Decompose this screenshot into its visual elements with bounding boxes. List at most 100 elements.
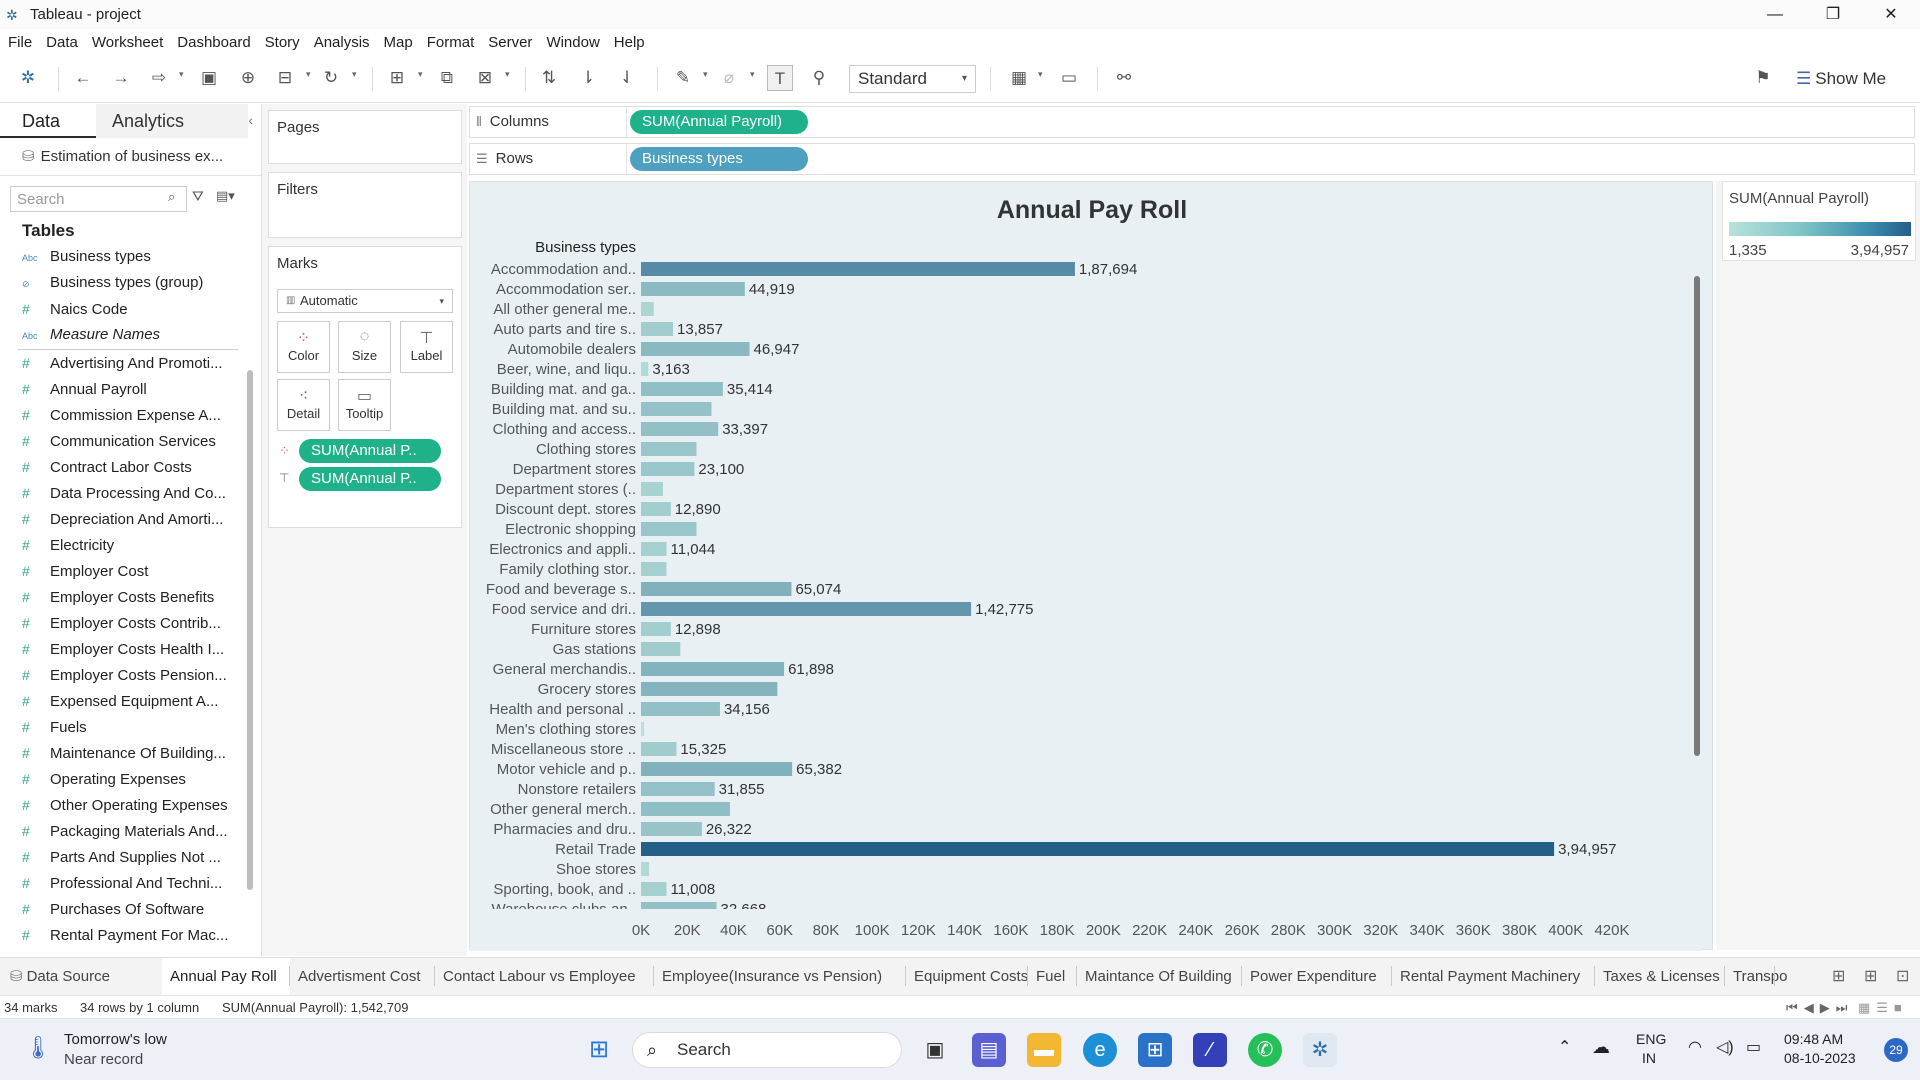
menu-dashboard[interactable]: Dashboard bbox=[177, 34, 250, 51]
group-members-icon[interactable]: ⌀ bbox=[716, 65, 742, 91]
field-item[interactable]: # Naics Code bbox=[0, 296, 240, 322]
sort-ascending-icon[interactable]: ⇂ bbox=[575, 65, 601, 91]
bar[interactable] bbox=[641, 602, 972, 616]
store-icon[interactable]: ⊞ bbox=[1138, 1033, 1172, 1067]
show-cards-icon[interactable]: ▦ bbox=[1006, 65, 1032, 91]
pause-updates-icon[interactable]: ⊟ bbox=[272, 65, 298, 91]
menu-format[interactable]: Format bbox=[427, 34, 475, 51]
battery-icon[interactable]: ▭ bbox=[1746, 1037, 1761, 1057]
menu-window[interactable]: Window bbox=[546, 34, 599, 51]
bar[interactable] bbox=[641, 422, 719, 436]
chevron-down-icon[interactable]: ▾ bbox=[505, 69, 510, 80]
sheet-tab[interactable]: Rental Payment Machinery bbox=[1392, 958, 1595, 995]
field-item[interactable]: # Employer Cost bbox=[0, 558, 240, 584]
field-item[interactable]: ⊘ Business types (group) bbox=[0, 270, 240, 296]
field-item[interactable]: # Data Processing And Co... bbox=[0, 480, 240, 506]
sheet-tab[interactable]: Employee(Insurance vs Pension) bbox=[654, 958, 906, 995]
bar[interactable] bbox=[641, 522, 697, 536]
bar[interactable] bbox=[641, 682, 778, 696]
columns-pill[interactable]: SUM(Annual Payroll) bbox=[630, 110, 808, 134]
tab-data[interactable]: Data bbox=[0, 104, 96, 138]
tableau-taskbar-icon[interactable]: ✲ bbox=[1303, 1033, 1337, 1067]
mark-type-select[interactable]: ▥ Automatic ▾ bbox=[277, 289, 453, 313]
size-button[interactable]: ◌ Size bbox=[338, 321, 391, 373]
bar[interactable] bbox=[641, 802, 731, 816]
bar[interactable] bbox=[641, 382, 723, 396]
sheet-tab[interactable]: Maintance Of Building bbox=[1077, 958, 1242, 995]
volume-icon[interactable]: ◁) bbox=[1716, 1037, 1734, 1057]
field-item[interactable]: # Packaging Materials And... bbox=[0, 818, 240, 844]
chevron-up-icon[interactable]: ⌃ bbox=[1558, 1037, 1571, 1057]
field-item[interactable]: # Communication Services bbox=[0, 428, 240, 454]
menu-help[interactable]: Help bbox=[614, 34, 645, 51]
field-item[interactable]: # Employer Costs Contrib... bbox=[0, 610, 240, 636]
bar[interactable] bbox=[641, 842, 1555, 856]
bar[interactable] bbox=[641, 502, 671, 516]
show-me-button[interactable]: ☰ Show Me bbox=[1796, 66, 1886, 92]
chevron-down-icon[interactable]: ▾ bbox=[352, 69, 357, 80]
wifi-icon[interactable]: ◠ bbox=[1688, 1037, 1702, 1057]
field-search-input[interactable] bbox=[10, 186, 187, 212]
menu-story[interactable]: Story bbox=[265, 34, 300, 51]
bar[interactable] bbox=[641, 582, 792, 596]
sheet-tab[interactable]: Transpo bbox=[1725, 958, 1787, 995]
bar[interactable] bbox=[641, 542, 667, 556]
tooltip-button[interactable]: ▭ Tooltip bbox=[338, 379, 391, 431]
chevron-down-icon[interactable]: ▾ bbox=[306, 69, 311, 80]
bar[interactable] bbox=[641, 322, 674, 336]
fix-axes-icon[interactable]: ⚲ bbox=[806, 65, 832, 91]
field-item[interactable]: # Parts And Supplies Not ... bbox=[0, 844, 240, 870]
tab-data-source[interactable]: ⛁ Data Source bbox=[0, 958, 160, 995]
replay-icon[interactable]: ⇨ bbox=[146, 65, 172, 91]
label-button[interactable]: ⊤ Label bbox=[400, 321, 453, 373]
chevron-down-icon[interactable]: ▾ bbox=[703, 69, 708, 80]
bar[interactable] bbox=[641, 882, 667, 896]
color-measure-pill[interactable]: SUM(Annual P.. bbox=[299, 439, 441, 463]
sheet-view-icon[interactable]: ▦☰■ bbox=[1858, 1000, 1908, 1016]
chevron-down-icon[interactable]: ▾ bbox=[1038, 69, 1043, 80]
new-worksheet-tab-icon[interactable]: ⊞ bbox=[1832, 966, 1845, 986]
tab-analytics[interactable]: Analytics bbox=[96, 104, 248, 138]
field-item[interactable]: # Rental Payment For Mac... bbox=[0, 922, 240, 948]
language-line2[interactable]: IN bbox=[1642, 1050, 1656, 1066]
whatsapp-icon[interactable]: ✆ bbox=[1248, 1033, 1282, 1067]
clear-sheet-icon[interactable]: ⊠ bbox=[472, 65, 498, 91]
clock-date[interactable]: 08-10-2023 bbox=[1784, 1050, 1856, 1066]
bar[interactable] bbox=[641, 342, 750, 356]
edge-browser-icon[interactable]: e bbox=[1083, 1033, 1117, 1067]
chevron-down-icon[interactable]: ▾ bbox=[179, 69, 184, 80]
field-item[interactable]: # Contract Labor Costs bbox=[0, 454, 240, 480]
bar[interactable] bbox=[641, 462, 695, 476]
field-item[interactable]: # Depreciation And Amorti... bbox=[0, 506, 240, 532]
field-item[interactable]: # Professional And Techni... bbox=[0, 870, 240, 896]
detail-button[interactable]: ⁖ Detail bbox=[277, 379, 330, 431]
menu-data[interactable]: Data bbox=[46, 34, 78, 51]
field-item[interactable]: # Commission Expense A... bbox=[0, 402, 240, 428]
field-item[interactable]: # Other Operating Expenses bbox=[0, 792, 240, 818]
restore-button[interactable]: ❐ bbox=[1804, 0, 1862, 29]
save-icon[interactable]: ▣ bbox=[196, 65, 222, 91]
task-view-icon[interactable]: ▣ bbox=[918, 1033, 952, 1067]
notification-badge[interactable]: 29 bbox=[1884, 1038, 1908, 1062]
sheet-tab[interactable]: Contact Labour vs Employee bbox=[435, 958, 654, 995]
bar[interactable] bbox=[641, 402, 712, 416]
bar[interactable] bbox=[641, 442, 697, 456]
highlight-icon[interactable]: ✎ bbox=[670, 65, 696, 91]
bar[interactable] bbox=[641, 662, 785, 676]
onedrive-icon[interactable]: ☁ bbox=[1592, 1037, 1610, 1058]
redo-icon[interactable]: → bbox=[108, 65, 134, 91]
menu-analysis[interactable]: Analysis bbox=[314, 34, 370, 51]
bar[interactable] bbox=[641, 622, 671, 636]
field-item[interactable]: # Advertising And Promoti... bbox=[0, 350, 240, 376]
undo-icon[interactable]: ← bbox=[70, 65, 96, 91]
sort-descending-icon[interactable]: ⇃ bbox=[614, 65, 640, 91]
field-item[interactable]: # Electricity bbox=[0, 532, 240, 558]
bar[interactable] bbox=[641, 302, 654, 316]
color-button[interactable]: ⁘ Color bbox=[277, 321, 330, 373]
show-mark-labels-icon[interactable]: T bbox=[767, 65, 793, 91]
close-button[interactable]: ✕ bbox=[1862, 0, 1920, 29]
label-measure-pill[interactable]: SUM(Annual P.. bbox=[299, 467, 441, 491]
new-data-source-icon[interactable]: ⊕ bbox=[235, 65, 261, 91]
bar[interactable] bbox=[641, 362, 649, 376]
chevron-down-icon[interactable]: ▾ bbox=[750, 69, 755, 80]
